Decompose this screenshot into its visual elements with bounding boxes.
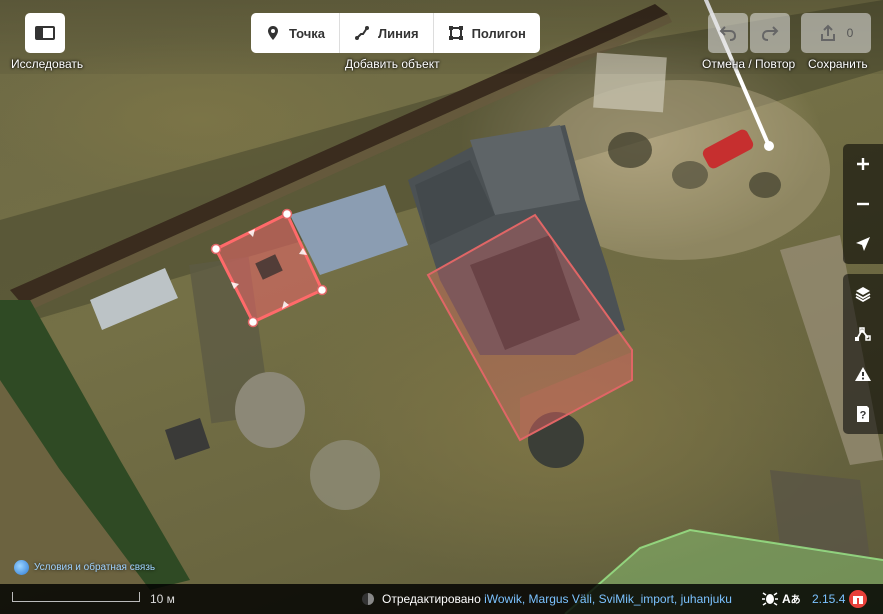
undo-button[interactable] — [708, 13, 748, 53]
polygon-icon — [448, 26, 463, 40]
warning-icon — [855, 367, 871, 381]
zoom-controls — [843, 144, 883, 264]
map-data-icon — [855, 327, 871, 341]
zoom-in-button[interactable] — [843, 144, 883, 184]
sidebar-toggle-button[interactable] — [25, 13, 65, 53]
issues-badge[interactable] — [849, 590, 867, 608]
loading-spinner-icon — [362, 593, 374, 605]
zoom-out-button[interactable] — [843, 184, 883, 224]
bug-report-icon[interactable] — [762, 590, 778, 606]
terms-feedback-link[interactable]: Условия и обратная связь — [14, 560, 155, 575]
panel-controls: ? — [843, 274, 883, 434]
footer-tools: Aあ — [762, 590, 801, 606]
geolocate-button[interactable] — [843, 224, 883, 264]
map-view[interactable] — [0, 0, 883, 614]
globe-icon — [14, 560, 29, 575]
undo-redo-group — [708, 13, 790, 53]
version-link[interactable]: 2.15.4 — [812, 592, 845, 606]
save-count: 0 — [846, 26, 854, 40]
point-marker-icon — [268, 26, 278, 40]
aerial-imagery — [0, 0, 883, 614]
svg-text:?: ? — [860, 410, 867, 422]
undo-icon — [719, 26, 737, 41]
add-point-button[interactable]: Точка — [251, 13, 341, 53]
upload-icon — [820, 24, 835, 41]
location-arrow-icon — [856, 237, 870, 251]
edited-by: Отредактировано iWowik, Margus Väli, Svi… — [382, 592, 732, 606]
terms-feedback-label: Условия и обратная связь — [34, 562, 156, 573]
save-button[interactable]: 0 — [801, 13, 871, 53]
undo-redo-label: Отмена / Повтор — [702, 57, 796, 71]
help-button[interactable]: ? — [843, 394, 883, 434]
help-icon: ? — [857, 406, 869, 422]
add-feature-group: Точка Линия Полигон — [251, 13, 540, 53]
footer-bar: 10 м Отредактировано iWowik, Margus Väli… — [0, 584, 883, 614]
redo-icon — [761, 26, 779, 41]
redo-button[interactable] — [750, 13, 790, 53]
add-polygon-label: Полигон — [471, 25, 526, 41]
add-point-label: Точка — [289, 25, 326, 41]
line-icon — [355, 26, 370, 40]
add-line-label: Линия — [378, 25, 419, 41]
add-feature-label: Добавить объект — [345, 57, 440, 71]
save-label: Сохранить — [808, 57, 868, 71]
minus-icon — [857, 202, 869, 206]
layers-icon — [855, 287, 871, 303]
issues-button[interactable] — [843, 354, 883, 394]
map-data-button[interactable] — [843, 314, 883, 354]
background-layers-button[interactable] — [843, 274, 883, 314]
add-polygon-button[interactable]: Полигон — [434, 13, 540, 53]
edited-by-prefix: Отредактировано — [382, 592, 481, 606]
language-icon[interactable]: Aあ — [782, 591, 801, 606]
plus-icon — [857, 158, 869, 170]
language-glyph: A — [782, 591, 791, 606]
add-line-button[interactable]: Линия — [340, 13, 434, 53]
scale-label: 10 м — [150, 592, 175, 606]
sidebar-panel-icon — [35, 26, 55, 40]
editors-link[interactable]: iWowik, Margus Väli, SviMik_import, juha… — [484, 592, 732, 606]
scale-bar[interactable] — [12, 592, 140, 602]
gift-icon — [853, 596, 863, 604]
explore-label: Исследовать — [11, 57, 84, 71]
